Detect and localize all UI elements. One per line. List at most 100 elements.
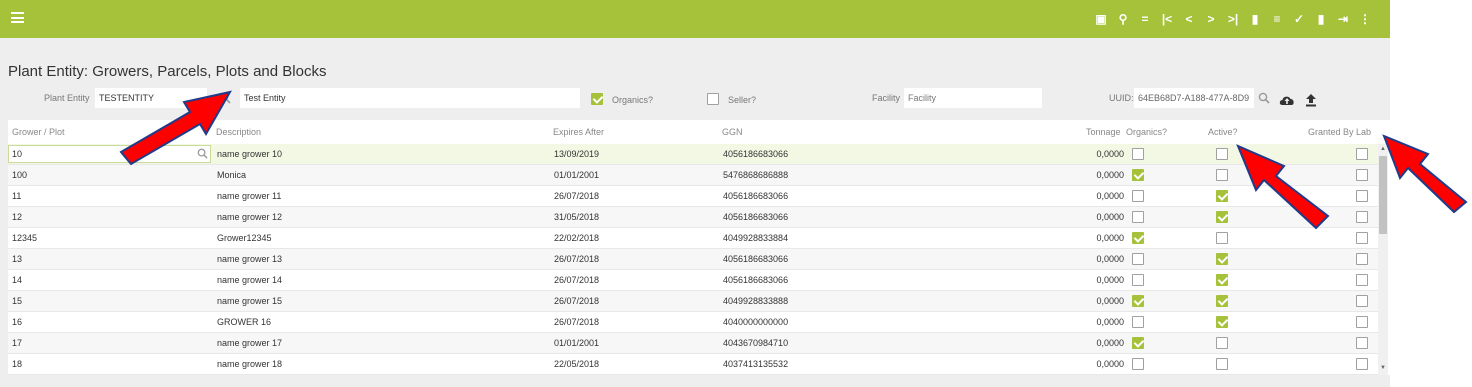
table-row[interactable]: 12 name grower 12 31/05/2018 4056186683066 0… [8,207,1378,228]
cell-expires: 22/05/2018 [554,359,600,369]
organics-checkbox[interactable] [1132,232,1144,244]
previous-record-icon[interactable]: < [1178,10,1200,28]
organics-checkbox[interactable] [1132,148,1144,160]
active-checkbox[interactable] [1216,169,1228,181]
organics-checkbox[interactable] [1132,316,1144,328]
first-record-icon[interactable]: |< [1156,10,1178,28]
seller-checkbox[interactable] [707,93,719,105]
cell-expires: 31/05/2018 [554,212,600,222]
cell-expires: 13/09/2019 [554,149,600,159]
cell-expires: 26/07/2018 [554,275,600,285]
granted-checkbox[interactable] [1356,358,1368,370]
uuid-label: UUID: [1109,93,1134,103]
more-icon[interactable]: ⋮ [1354,10,1376,28]
cell-tonnage: 0,0000 [1096,212,1124,222]
organics-checkbox[interactable] [1132,190,1144,202]
organics-checkbox[interactable] [1132,169,1144,181]
cell-grower: 12345 [12,233,38,243]
cell-expires: 26/07/2018 [554,191,600,201]
next-record-icon[interactable]: > [1200,10,1222,28]
scroll-down-icon[interactable]: ▼ [1378,365,1388,373]
cell-grower: 14 [12,275,23,285]
table-row[interactable]: 17 name grower 17 01/01/2001 4043670984710 0… [8,333,1378,354]
cell-tonnage: 0,0000 [1096,338,1124,348]
cell-tonnage: 0,0000 [1096,254,1124,264]
list-icon[interactable]: ≡ [1266,10,1288,28]
cell-ggn: 4056186683066 [723,149,789,159]
check-icon[interactable]: ✓ [1288,10,1310,28]
column-header-expires[interactable]: Expires After [553,127,604,137]
cloud-upload-icon[interactable] [1278,93,1296,107]
granted-checkbox[interactable] [1356,295,1368,307]
organics-checkbox[interactable] [1132,295,1144,307]
cell-description: name grower 11 [217,191,282,201]
active-checkbox[interactable] [1216,337,1228,349]
active-checkbox[interactable] [1216,253,1228,265]
table-row[interactable]: 100 Monica 01/01/2001 5476868686888 0,0000 [8,165,1378,186]
granted-checkbox[interactable] [1356,337,1368,349]
last-record-icon[interactable]: >| [1222,10,1244,28]
exit-icon[interactable]: ⇥ [1332,10,1354,28]
cell-ggn: 4049928833884 [723,233,789,243]
active-checkbox[interactable] [1216,232,1228,244]
column-header-granted-by-lab[interactable]: Granted By Lab [1308,127,1371,137]
active-checkbox[interactable] [1216,316,1228,328]
organics-checkbox[interactable] [591,93,603,105]
active-checkbox[interactable] [1216,190,1228,202]
column-header-tonnage[interactable]: Tonnage [1086,127,1121,137]
cell-expires: 22/02/2018 [554,233,600,243]
organics-checkbox[interactable] [1132,253,1144,265]
new-document-icon[interactable]: ▮ [1244,10,1266,28]
active-checkbox[interactable] [1216,274,1228,286]
calendar-icon[interactable]: ▣ [1090,10,1112,28]
table-row[interactable]: 14 name grower 14 26/07/2018 4056186683066 0… [8,270,1378,291]
cell-tonnage: 0,0000 [1096,275,1124,285]
upload-icon[interactable] [1305,94,1317,107]
cell-description: name grower 15 [217,296,283,306]
cell-description: name grower 18 [217,359,283,369]
active-checkbox[interactable] [1216,211,1228,223]
cell-expires: 26/07/2018 [554,317,600,327]
table-row[interactable]: 16 GROWER 16 26/07/2018 4040000000000 0,0000 [8,312,1378,333]
organics-checkbox[interactable] [1132,337,1144,349]
uuid-search-icon[interactable] [1258,92,1270,104]
column-header-grower[interactable]: Grower / Plot [12,127,65,137]
table-row[interactable]: 12345 Grower12345 22/02/2018 4049928833884 0… [8,228,1378,249]
organics-checkbox[interactable] [1132,358,1144,370]
organics-checkbox[interactable] [1132,211,1144,223]
facility-field[interactable]: Facility [904,88,1042,108]
organics-checkbox[interactable] [1132,274,1144,286]
granted-checkbox[interactable] [1356,232,1368,244]
granted-checkbox[interactable] [1356,253,1368,265]
cell-grower: 18 [12,359,23,369]
delete-icon[interactable]: ▮ [1310,10,1332,28]
active-checkbox[interactable] [1216,295,1228,307]
table-row[interactable]: 13 name grower 13 26/07/2018 4056186683066 0… [8,249,1378,270]
hamburger-icon[interactable] [11,12,24,23]
column-header-ggn[interactable]: GGN [722,127,743,137]
cell-tonnage: 0,0000 [1096,149,1124,159]
table-row[interactable]: 11 name grower 11 26/07/2018 4056186683066 0… [8,186,1378,207]
cell-description: name grower 14 [217,275,283,285]
cell-grower: 15 [12,296,23,306]
granted-checkbox[interactable] [1356,148,1368,160]
plant-entity-description-field[interactable]: Test Entity [240,88,580,108]
search-icon[interactable]: ⚲ [1112,10,1134,28]
granted-checkbox[interactable] [1356,169,1368,181]
granted-checkbox[interactable] [1356,316,1368,328]
app-window: ▣ ⚲ = |< < > >| ▮ ≡ ✓ ▮ ⇥ ⋮ Plant Entity: Growers, P… [0,0,1390,387]
column-header-organics[interactable]: Organics? [1126,127,1167,137]
active-checkbox[interactable] [1216,148,1228,160]
equals-icon[interactable]: = [1134,10,1156,28]
table-row[interactable]: 15 name grower 15 26/07/2018 4049928833888 0… [8,291,1378,312]
uuid-field[interactable]: 64EB68D7-A188-477A-8D9 [1134,88,1254,108]
cell-description: Grower12345 [217,233,272,243]
active-checkbox[interactable] [1216,358,1228,370]
granted-checkbox[interactable] [1356,211,1368,223]
granted-checkbox[interactable] [1356,274,1368,286]
column-header-active[interactable]: Active? [1208,127,1238,137]
granted-checkbox[interactable] [1356,190,1368,202]
cell-tonnage: 0,0000 [1096,317,1124,327]
cell-ggn: 4056186683066 [723,191,789,201]
table-row[interactable]: 18 name grower 18 22/05/2018 4037413135532 0… [8,354,1378,375]
